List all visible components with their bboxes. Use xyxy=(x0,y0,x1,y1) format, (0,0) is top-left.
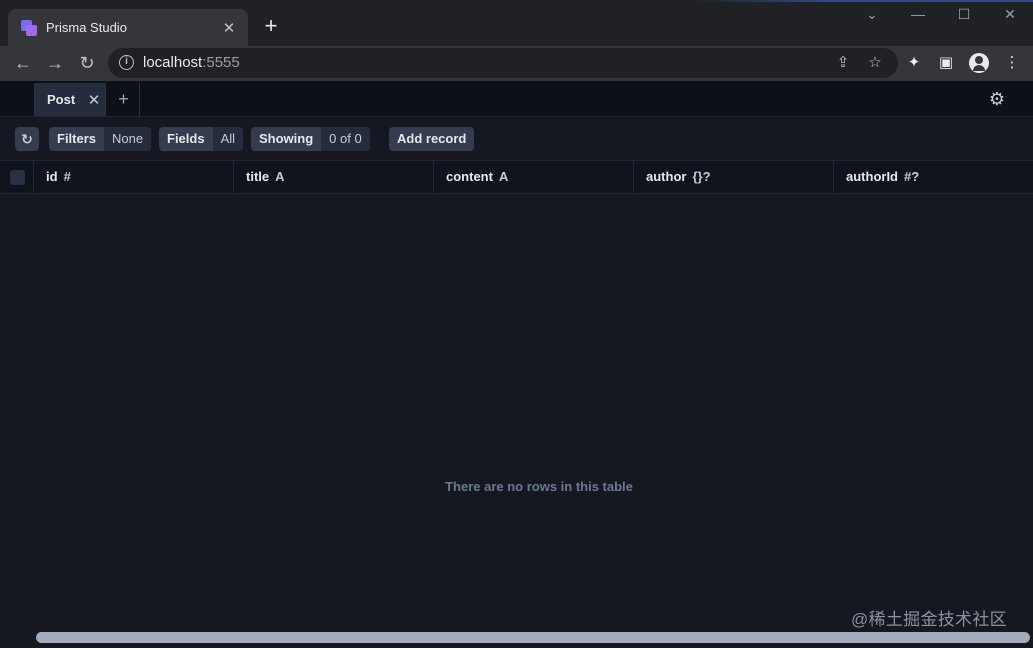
table-header: id # title A content A author {}? authorId #? xyxy=(0,160,1033,194)
share-icon[interactable]: ⇪ xyxy=(833,53,853,71)
url-port: :5555 xyxy=(202,54,240,71)
showing-value: 0 of 0 xyxy=(321,127,370,151)
refresh-icon: ↻ xyxy=(21,131,33,147)
checkbox-box xyxy=(10,170,25,185)
showing-label: Showing xyxy=(259,131,314,146)
column-type-icon: A xyxy=(498,169,509,184)
profile-icon[interactable] xyxy=(969,53,989,73)
tab-post[interactable]: Post ✕ xyxy=(34,83,106,116)
column-header-authorid[interactable]: authorId #? xyxy=(833,161,1033,193)
column-name: id xyxy=(46,169,58,184)
column-name: title xyxy=(246,169,270,184)
column-name: content xyxy=(446,169,493,184)
column-name: author xyxy=(646,169,687,184)
tab-post-label: Post xyxy=(47,92,76,107)
menu-icon[interactable]: ⋮ xyxy=(1002,53,1022,71)
fields-button[interactable]: Fields All xyxy=(159,127,244,151)
column-name: authorId xyxy=(846,169,898,184)
fields-value: All xyxy=(212,127,244,151)
maximize-button[interactable]: ☐ xyxy=(954,6,974,23)
minimize-button[interactable]: — xyxy=(908,6,928,22)
add-tab-button[interactable]: + xyxy=(108,83,140,116)
column-header-title[interactable]: title A xyxy=(233,161,433,193)
column-header-author[interactable]: author {}? xyxy=(633,161,833,193)
info-icon[interactable]: i xyxy=(119,55,134,70)
tab-search-icon[interactable]: ⌄ xyxy=(862,6,882,23)
filters-value: None xyxy=(104,127,152,151)
column-header-id[interactable]: id # xyxy=(33,161,233,193)
url-host: localhost xyxy=(143,54,203,71)
studio-tab-bar: Post ✕ + ⚙ xyxy=(0,81,1033,117)
watermark: @稀土掘金技术社区 xyxy=(851,610,1007,629)
horizontal-scrollbar[interactable] xyxy=(36,632,1030,643)
new-tab-button[interactable]: + xyxy=(260,15,282,37)
gear-icon[interactable]: ⚙ xyxy=(987,89,1007,109)
close-tab-post-icon[interactable]: ✕ xyxy=(83,91,105,109)
filters-button[interactable]: Filters None xyxy=(49,127,152,151)
fields-label: Fields xyxy=(167,131,205,146)
titlebar-accent xyxy=(690,0,1033,2)
side-panel-icon[interactable]: ▣ xyxy=(936,53,956,71)
address-bar[interactable]: i localhost:5555 ⇪ ☆ xyxy=(108,48,898,78)
forward-icon[interactable]: → xyxy=(44,52,66,74)
browser-titlebar: Prisma Studio ✕ + ⌄ — ☐ ✕ xyxy=(0,0,1033,46)
column-type-icon: #? xyxy=(904,169,920,184)
studio-toolbar: ↻ Filters None Fields All Showing 0 of 0… xyxy=(0,118,1033,160)
star-icon[interactable]: ☆ xyxy=(865,53,885,71)
column-header-content[interactable]: content A xyxy=(433,161,633,193)
column-type-icon: # xyxy=(63,169,71,184)
select-all-checkbox[interactable] xyxy=(0,161,33,193)
back-icon[interactable]: ← xyxy=(12,52,34,74)
browser-toolbar: ← → ↻ i localhost:5555 ⇪ ☆ ✦ ▣ ⋮ xyxy=(0,46,1033,81)
close-tab-icon[interactable]: ✕ xyxy=(220,19,238,37)
prisma-studio: Post ✕ + ⚙ ↻ Filters None Fields All Sho… xyxy=(0,81,1033,648)
extensions-icon[interactable]: ✦ xyxy=(904,53,924,71)
column-type-icon: {}? xyxy=(692,169,711,184)
close-window-button[interactable]: ✕ xyxy=(1000,6,1020,23)
browser-tab[interactable]: Prisma Studio ✕ xyxy=(8,9,248,46)
showing-button[interactable]: Showing 0 of 0 xyxy=(251,127,370,151)
column-type-icon: A xyxy=(275,169,285,184)
add-record-button[interactable]: Add record xyxy=(389,127,475,151)
url-text: localhost:5555 xyxy=(143,54,240,71)
filters-label: Filters xyxy=(57,131,97,146)
empty-table-message: There are no rows in this table xyxy=(445,479,633,494)
prisma-favicon-icon xyxy=(21,19,37,36)
refresh-button[interactable]: ↻ xyxy=(15,127,39,151)
browser-tab-title: Prisma Studio xyxy=(46,20,127,35)
reload-icon[interactable]: ↻ xyxy=(76,52,98,74)
